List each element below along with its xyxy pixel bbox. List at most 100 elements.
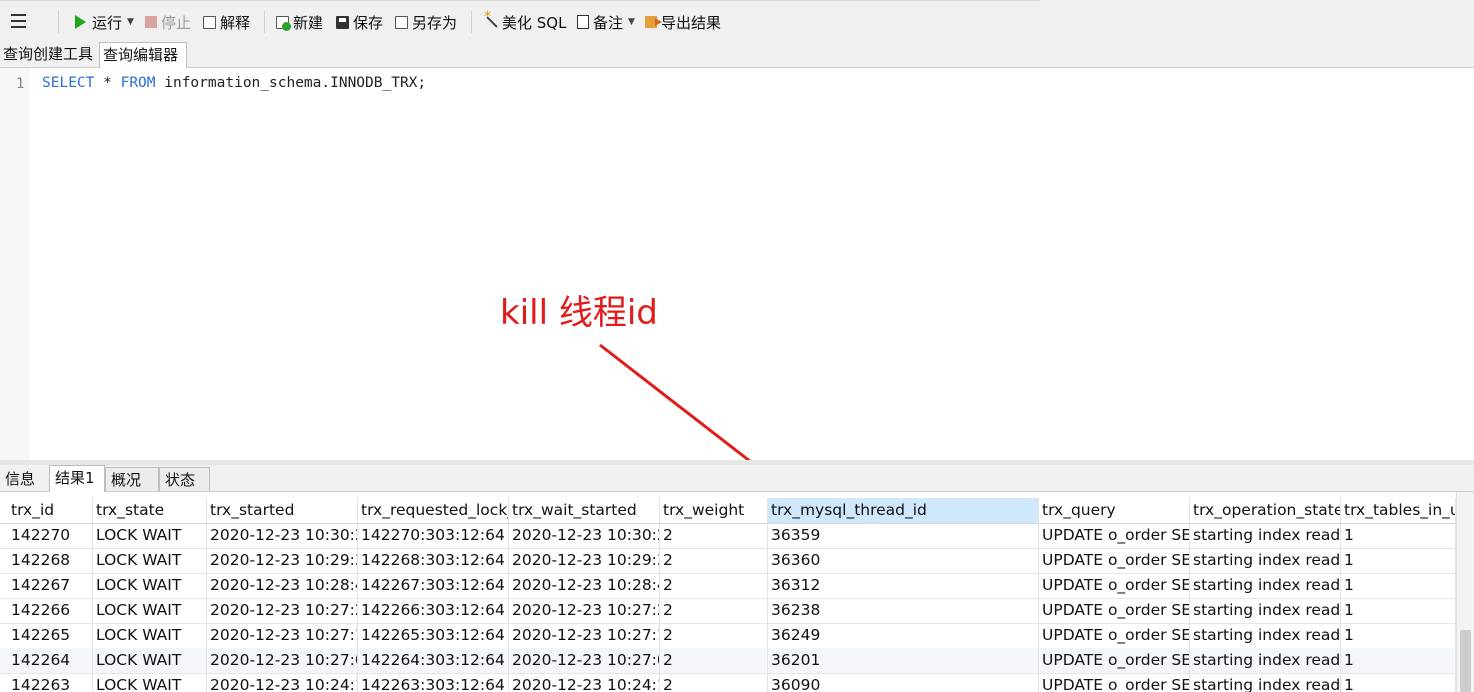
stop-button[interactable]: 停止 [145,10,191,34]
table-cell[interactable]: 2020-12-23 10:27:09 [207,648,358,673]
table-cell[interactable]: 2020-12-23 10:28:47 [509,573,660,598]
table-row[interactable]: 142267LOCK WAIT2020-12-23 10:28:47142267… [0,573,1456,599]
table-cell[interactable]: 2 [660,598,768,623]
table-cell[interactable]: 142268:303:12:64 [358,548,509,573]
column-header-trx-wait-started[interactable]: trx_wait_started [509,498,660,523]
table-cell[interactable]: 1 [1341,623,1456,648]
column-header-trx-operation-state[interactable]: trx_operation_state [1190,498,1341,523]
menu-icon[interactable] [11,14,26,28]
table-cell[interactable]: 36249 [768,623,1039,648]
table-cell[interactable]: 1 [1341,648,1456,673]
table-cell[interactable]: 1 [1341,548,1456,573]
column-header-trx-requested-lock-[interactable]: trx_requested_lock_ [358,498,509,523]
table-cell[interactable]: 36201 [768,648,1039,673]
tab-query-editor[interactable]: 查询编辑器 [99,42,187,68]
tab-result1[interactable]: 结果1 [49,465,105,492]
table-row[interactable]: 142265LOCK WAIT2020-12-23 10:27:15142265… [0,623,1456,649]
save-as-button[interactable]: 另存为 [395,10,457,34]
table-cell[interactable]: 142263:303:12:64 [358,673,509,692]
table-cell[interactable]: 2020-12-23 10:28:47 [207,573,358,598]
table-cell[interactable]: 2020-12-23 10:29:35 [509,548,660,573]
table-cell[interactable]: 142265 [8,623,93,648]
column-header-trx-query[interactable]: trx_query [1039,498,1190,523]
table-cell[interactable]: starting index read [1190,598,1341,623]
table-cell[interactable]: 142267:303:12:64 [358,573,509,598]
table-cell[interactable]: 36312 [768,573,1039,598]
tab-query-builder[interactable]: 查询创建工具 [0,42,97,66]
table-header-row[interactable]: trx_id trx_state trx_started trx_requested_… [0,498,1456,524]
table-cell[interactable]: 2020-12-23 10:30:22 [207,523,358,548]
table-cell[interactable]: 36359 [768,523,1039,548]
table-row[interactable]: 142264LOCK WAIT2020-12-23 10:27:09142264… [0,648,1456,674]
table-cell[interactable]: LOCK WAIT [93,523,207,548]
table-cell[interactable]: 142263 [8,673,93,692]
table-cell[interactable]: starting index read [1190,648,1341,673]
table-cell[interactable]: UPDATE o_order SET [1039,573,1190,598]
table-cell[interactable]: 1 [1341,673,1456,692]
table-cell[interactable]: starting index read [1190,548,1341,573]
table-cell[interactable]: 142266:303:12:64 [358,598,509,623]
table-cell[interactable]: starting index read [1190,573,1341,598]
table-cell[interactable]: LOCK WAIT [93,648,207,673]
table-cell[interactable]: LOCK WAIT [93,673,207,692]
table-cell[interactable]: 142264 [8,648,93,673]
table-cell[interactable]: 1 [1341,598,1456,623]
column-header-trx-tables-in-u[interactable]: trx_tables_in_u [1341,498,1456,523]
tab-status[interactable]: 状态 [159,467,210,491]
scrollbar-thumb[interactable] [1460,630,1471,692]
table-cell[interactable]: LOCK WAIT [93,573,207,598]
table-row[interactable]: 142263LOCK WAIT2020-12-23 10:24:14142263… [0,673,1456,692]
table-cell[interactable]: 142270 [8,523,93,548]
table-cell[interactable]: 142267 [8,573,93,598]
table-cell[interactable]: 1 [1341,523,1456,548]
export-results-button[interactable]: 导出结果 [645,10,721,34]
table-cell[interactable]: 142268 [8,548,93,573]
table-cell[interactable]: 2020-12-23 10:27:26 [509,598,660,623]
table-cell[interactable]: UPDATE o_order SET [1039,548,1190,573]
vertical-scrollbar[interactable] [1456,492,1474,692]
table-cell[interactable]: 2 [660,548,768,573]
table-cell[interactable]: 2 [660,673,768,692]
table-cell[interactable]: 142264:303:12:64 [358,648,509,673]
save-button[interactable]: 保存 [336,10,383,34]
table-cell[interactable]: 2020-12-23 10:27:15 [509,623,660,648]
tab-profile[interactable]: 概况 [105,467,159,491]
column-header-trx-state[interactable]: trx_state [93,498,207,523]
table-cell[interactable]: 36360 [768,548,1039,573]
table-cell[interactable]: 2020-12-23 10:27:09 [509,648,660,673]
table-cell[interactable]: LOCK WAIT [93,548,207,573]
column-header-trx-started[interactable]: trx_started [207,498,358,523]
sql-editor[interactable]: 1 SELECT * FROM information_schema.INNOD… [0,68,1474,460]
run-button[interactable]: 运行 ▼ [75,10,134,34]
explain-button[interactable]: 解释 [203,10,250,34]
table-cell[interactable]: UPDATE o_order SET [1039,673,1190,692]
table-cell[interactable]: UPDATE o_order SET [1039,623,1190,648]
table-cell[interactable]: 2 [660,623,768,648]
tab-info[interactable]: 信息 [0,467,47,491]
new-button[interactable]: 新建 [276,10,323,34]
sql-code-line[interactable]: SELECT * FROM information_schema.INNODB_… [42,75,426,91]
table-cell[interactable]: LOCK WAIT [93,623,207,648]
table-cell[interactable]: starting index read [1190,673,1341,692]
table-row[interactable]: 142266LOCK WAIT2020-12-23 10:27:26142266… [0,598,1456,624]
table-cell[interactable]: 2020-12-23 10:24:14 [509,673,660,692]
table-cell[interactable]: 36238 [768,598,1039,623]
column-header-trx-weight[interactable]: trx_weight [660,498,768,523]
notes-button[interactable]: 备注 ▼ [577,10,635,34]
table-cell[interactable]: UPDATE o_order SET [1039,648,1190,673]
table-cell[interactable]: 2020-12-23 10:24:14 [207,673,358,692]
table-cell[interactable]: 2020-12-23 10:27:26 [207,598,358,623]
table-cell[interactable]: 142265:303:12:64 [358,623,509,648]
chevron-down-icon[interactable]: ▼ [628,17,635,27]
table-cell[interactable]: 2 [660,648,768,673]
table-cell[interactable]: 142270:303:12:64 [358,523,509,548]
table-cell[interactable]: starting index read [1190,623,1341,648]
table-cell[interactable]: UPDATE o_order SET [1039,523,1190,548]
beautify-sql-button[interactable]: 美化 SQL [484,9,566,34]
column-header-trx-mysql-thread-id[interactable]: trx_mysql_thread_id [768,498,1039,523]
table-cell[interactable]: UPDATE o_order SET [1039,598,1190,623]
result-grid[interactable]: trx_id trx_state trx_started trx_requested_… [0,492,1456,692]
table-cell[interactable]: 2020-12-23 10:29:35 [207,548,358,573]
table-row[interactable]: 142270LOCK WAIT2020-12-23 10:30:22142270… [0,523,1456,549]
table-cell[interactable]: 2020-12-23 10:27:15 [207,623,358,648]
